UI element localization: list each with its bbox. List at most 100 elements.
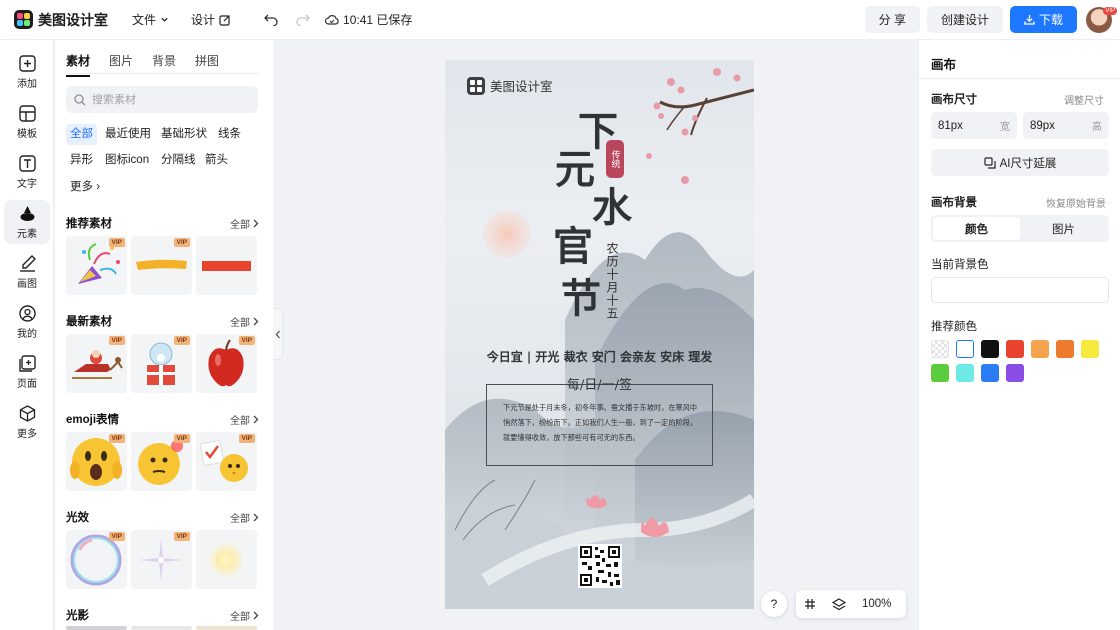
asset-red-apple[interactable]: VIP (196, 334, 257, 393)
redo-button[interactable] (287, 14, 319, 26)
user-avatar[interactable]: VIP (1086, 6, 1117, 33)
canvas-char-2: 元 (555, 146, 595, 193)
asset-yellow-brush[interactable]: VIP (131, 236, 192, 295)
sidebar-item-more[interactable]: 更多 (4, 400, 50, 444)
asset-glow-light[interactable] (196, 530, 257, 589)
properties-panel: 画布 画布尺寸 调整尺寸 81px 宽 89px 高 AI尺寸延展 画布背景 恢… (918, 40, 1120, 630)
rectangle-icon (202, 261, 251, 271)
section-all-link[interactable]: 全部 (230, 216, 259, 231)
chevron-right-icon (253, 415, 259, 424)
search-input[interactable] (92, 93, 242, 106)
color-swatch[interactable] (1056, 340, 1074, 358)
color-swatch[interactable] (1081, 340, 1099, 358)
grid-icon[interactable] (804, 598, 816, 610)
color-swatch[interactable] (956, 340, 974, 358)
asset-thinking-emoji[interactable]: VIP (131, 432, 192, 491)
sidebar-item-elements[interactable]: 元素 (4, 200, 50, 244)
color-swatch[interactable] (981, 340, 999, 358)
color-swatch[interactable] (981, 364, 999, 382)
help-button[interactable]: ? (761, 591, 787, 617)
width-field[interactable]: 81px 宽 (931, 112, 1017, 139)
sidebar-label: 元素 (17, 228, 37, 240)
color-swatch[interactable] (1006, 364, 1024, 382)
sidebar-label: 模板 (17, 128, 37, 140)
section-title-light-effects: 光效 (66, 512, 89, 524)
bg-color-tab[interactable]: 颜色 (933, 217, 1020, 240)
restore-bg-link[interactable]: 恢复原始背景 (1046, 195, 1106, 210)
color-swatch[interactable] (931, 340, 949, 358)
undo-button[interactable] (255, 14, 287, 26)
asset-santa-sleigh[interactable]: VIP (66, 334, 127, 393)
sidebar-item-draw[interactable]: 画图 (4, 250, 50, 294)
shapes-icon (20, 205, 34, 221)
qr-code-icon (580, 546, 620, 586)
asset-shadow-2[interactable] (131, 626, 192, 630)
height-field[interactable]: 89px 高 (1023, 112, 1109, 139)
chip-more-label: 更多 (70, 181, 93, 193)
zoom-level[interactable]: 100% (862, 598, 891, 610)
app-logo[interactable]: 美图设计室 (14, 10, 108, 30)
section-all-link[interactable]: 全部 (230, 510, 259, 525)
color-swatch[interactable] (1031, 340, 1049, 358)
chevron-right-icon (253, 611, 259, 620)
tabs-divider (66, 73, 259, 74)
chip-arrows[interactable]: 箭头 (201, 150, 232, 171)
all-label: 全部 (230, 220, 250, 231)
vip-badge: VIP (108, 336, 125, 345)
sidebar-item-templates[interactable]: 模板 (4, 100, 50, 144)
chip-basic-shapes[interactable]: 基础形状 (157, 124, 211, 145)
glow-icon (204, 538, 248, 582)
asset-red-rectangle[interactable] (196, 236, 257, 295)
menu-design-label: 设计 (191, 13, 216, 27)
sidebar-item-mine[interactable]: 我的 (4, 300, 50, 344)
asset-shadow-3[interactable] (196, 626, 257, 630)
section-all-link[interactable]: 全部 (230, 314, 259, 329)
asset-sparkle-star[interactable]: VIP (131, 530, 192, 589)
bg-image-tab[interactable]: 图片 (1020, 217, 1107, 240)
asset-rainbow-bubble[interactable]: VIP (66, 530, 127, 589)
design-canvas[interactable]: 美图设计室 下 元 水 官 节 传统 农历十月十五 今日宜 | 开光 裁衣 安门… (445, 60, 754, 609)
chip-recent[interactable]: 最近使用 (101, 124, 155, 145)
section-all-link[interactable]: 全部 (230, 608, 259, 623)
sidebar-item-text[interactable]: 文字 (4, 150, 50, 194)
bg-type-toggle: 颜色 图片 (931, 215, 1109, 242)
chip-more[interactable]: 更多 › (66, 177, 104, 198)
asset-chick-emoji[interactable]: VIP (196, 432, 257, 491)
asset-party-popper[interactable]: VIP (66, 236, 127, 295)
share-button[interactable]: 分 享 (864, 6, 920, 33)
adjust-size-link[interactable]: 调整尺寸 (1064, 92, 1104, 107)
edit-icon (219, 14, 230, 26)
asset-gift-globe[interactable]: VIP (131, 334, 192, 393)
download-button[interactable]: 下载 (1009, 6, 1077, 33)
chip-dividers[interactable]: 分隔线 (157, 150, 200, 171)
chip-all[interactable]: 全部 (66, 124, 97, 145)
create-design-button[interactable]: 创建设计 (926, 6, 1003, 33)
vip-badge: VIP (238, 336, 255, 345)
chip-icons[interactable]: 图标icon (101, 150, 153, 171)
menu-file[interactable]: 文件 (132, 11, 169, 28)
current-bg-label: 当前背景色 (931, 259, 989, 271)
all-label: 全部 (230, 612, 250, 623)
color-swatch[interactable] (1006, 340, 1024, 358)
chip-irregular[interactable]: 异形 (66, 150, 97, 171)
search-box[interactable] (66, 86, 258, 113)
undo-icon (264, 14, 278, 26)
layers-icon[interactable] (832, 597, 846, 611)
collapse-panel-handle[interactable] (273, 308, 283, 360)
color-swatch[interactable] (956, 364, 974, 382)
color-swatch[interactable] (931, 364, 949, 382)
height-value: 89px (1030, 119, 1055, 132)
asset-shadow-1[interactable] (66, 626, 127, 630)
cloud-icon (325, 15, 339, 25)
section-all-link[interactable]: 全部 (230, 412, 259, 427)
sidebar-item-pages[interactable]: 页面 (4, 350, 50, 394)
section-title-latest: 最新素材 (66, 316, 112, 328)
sidebar-item-add[interactable]: 添加 (4, 50, 50, 94)
current-bg-color[interactable] (931, 277, 1109, 303)
sidebar-label: 画图 (17, 278, 37, 290)
menu-design[interactable]: 设计 (191, 11, 231, 28)
text-icon (18, 154, 36, 172)
asset-shocked-emoji[interactable]: VIP (66, 432, 127, 491)
chip-lines[interactable]: 线条 (214, 124, 245, 145)
ai-resize-button[interactable]: AI尺寸延展 (931, 149, 1109, 176)
